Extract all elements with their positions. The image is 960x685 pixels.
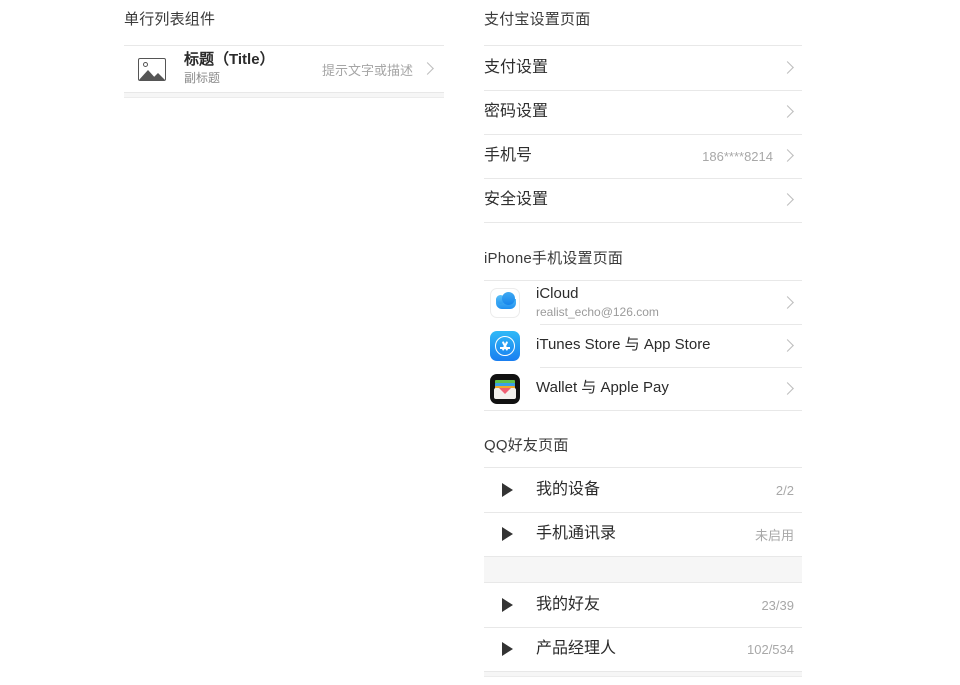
qq-friends-card: 我的设备 2/2 手机通讯录 未启用 我的好友 23/39 产品经理人 102/… [484, 467, 802, 672]
chevron-right-icon [782, 62, 794, 74]
row-count-value: 2/2 [775, 482, 794, 498]
row-title: 密码设置 [484, 103, 549, 120]
app-store-icon [490, 330, 520, 361]
chevron-right-icon [782, 150, 794, 162]
image-placeholder-sun [143, 61, 148, 67]
expand-triangle-icon[interactable] [502, 527, 513, 541]
iphone-row-wallet-apple-pay[interactable]: Wallet 与 Apple Pay [484, 367, 802, 410]
expand-triangle-icon[interactable] [502, 598, 513, 612]
row-count-value: 102/534 [747, 641, 794, 657]
row-text-block: iCloud realist_echo@126.com [536, 285, 773, 320]
qq-friends-card-tail [484, 672, 802, 677]
row-title: 安全设置 [484, 191, 549, 208]
screenshot-canvas: 单行列表组件 标题（Title） 副标题 提示文字或描述 支付宝设置页面 支付设… [0, 0, 960, 685]
row-title: 手机通讯录 [536, 525, 617, 542]
row-subtitle-account-email: realist_echo@126.com [536, 304, 659, 319]
row-title: 我的设备 [536, 481, 601, 498]
row-text-block: 支付设置 [484, 58, 763, 78]
image-placeholder-mountain-right [150, 72, 165, 80]
qq-row-product-managers[interactable]: 产品经理人 102/534 [484, 627, 802, 671]
section-title-iphone: iPhone手机设置页面 [484, 250, 624, 267]
chevron-right-icon [782, 106, 794, 118]
row-text-block: 我的设备 [536, 480, 766, 500]
iphone-settings-panel: iPhone手机设置页面 iCloud realist_echo@126.com [484, 251, 802, 411]
list-item-title: 标题（Title） [184, 51, 275, 69]
alipay-row-security-settings[interactable]: 安全设置 [484, 178, 802, 222]
image-placeholder-icon [138, 57, 166, 81]
single-row-list-card: 标题（Title） 副标题 提示文字或描述 [124, 45, 444, 93]
chevron-right-icon [782, 340, 794, 352]
icloud-cloud-shape [496, 291, 516, 309]
qq-group-separator [484, 556, 802, 583]
row-text-block: 我的好友 [536, 595, 751, 615]
row-title: 手机号 [484, 147, 533, 164]
section-title-alipay: 支付宝设置页面 [484, 11, 591, 28]
row-title: 我的好友 [536, 596, 601, 613]
single-row-list-component-panel: 单行列表组件 标题（Title） 副标题 提示文字或描述 [124, 12, 444, 98]
row-value-phone-number: 186****8214 [702, 148, 773, 164]
list-item-text-block: 标题（Title） 副标题 [184, 51, 312, 86]
list-item-subtitle: 副标题 [184, 71, 221, 86]
app-store-crossbar [500, 346, 510, 349]
alipay-row-payment-settings[interactable]: 支付设置 [484, 46, 802, 90]
row-text-block: 安全设置 [484, 190, 763, 210]
row-text-block: Wallet 与 Apple Pay [536, 379, 773, 398]
expand-triangle-icon[interactable] [502, 483, 513, 497]
row-text-block: iTunes Store 与 App Store [536, 336, 773, 355]
iphone-settings-card: iCloud realist_echo@126.com iTunes Store… [484, 280, 802, 411]
qq-row-my-devices[interactable]: 我的设备 2/2 [484, 468, 802, 512]
chevron-right-icon [782, 194, 794, 206]
alipay-settings-panel: 支付宝设置页面 支付设置 密码设置 手机号 186****8214 安全设置 [484, 12, 802, 223]
row-text-block: 手机通讯录 [536, 524, 745, 544]
section-title-single-row-list: 单行列表组件 [124, 11, 216, 28]
qq-row-my-friends[interactable]: 我的好友 23/39 [484, 583, 802, 627]
chevron-right-icon [422, 63, 434, 75]
qq-row-phone-contacts[interactable]: 手机通讯录 未启用 [484, 512, 802, 556]
alipay-settings-card: 支付设置 密码设置 手机号 186****8214 安全设置 [484, 45, 802, 223]
qq-friends-panel: QQ好友页面 我的设备 2/2 手机通讯录 未启用 我的好友 23/39 产品经… [484, 438, 802, 677]
row-title: 产品经理人 [536, 640, 617, 657]
wallet-icon [490, 373, 520, 404]
alipay-row-phone-number[interactable]: 手机号 186****8214 [484, 134, 802, 178]
wallet-pocket [494, 387, 516, 399]
iphone-row-itunes-app-store[interactable]: iTunes Store 与 App Store [484, 324, 802, 367]
icloud-icon [490, 287, 520, 318]
row-status-value: 未启用 [754, 527, 794, 543]
row-text-block: 密码设置 [484, 102, 763, 122]
single-row-list-card-tail [124, 93, 444, 98]
chevron-right-icon [782, 383, 794, 395]
row-title: Wallet 与 Apple Pay [536, 379, 669, 397]
row-title: 支付设置 [484, 59, 549, 76]
list-item-title-sample[interactable]: 标题（Title） 副标题 提示文字或描述 [124, 46, 444, 92]
row-text-block: 手机号 [484, 146, 692, 166]
expand-triangle-icon[interactable] [502, 642, 513, 656]
iphone-row-icloud[interactable]: iCloud realist_echo@126.com [484, 281, 802, 324]
row-title: iCloud [536, 284, 579, 302]
row-text-block: 产品经理人 [536, 639, 737, 659]
list-item-value: 提示文字或描述 [321, 62, 413, 78]
row-count-value: 23/39 [761, 597, 794, 613]
row-title: iTunes Store 与 App Store [536, 336, 711, 354]
right-column: 支付宝设置页面 支付设置 密码设置 手机号 186****8214 安全设置 i… [484, 12, 802, 677]
section-title-qq: QQ好友页面 [484, 437, 569, 454]
chevron-right-icon [782, 297, 794, 309]
alipay-row-password-settings[interactable]: 密码设置 [484, 90, 802, 134]
